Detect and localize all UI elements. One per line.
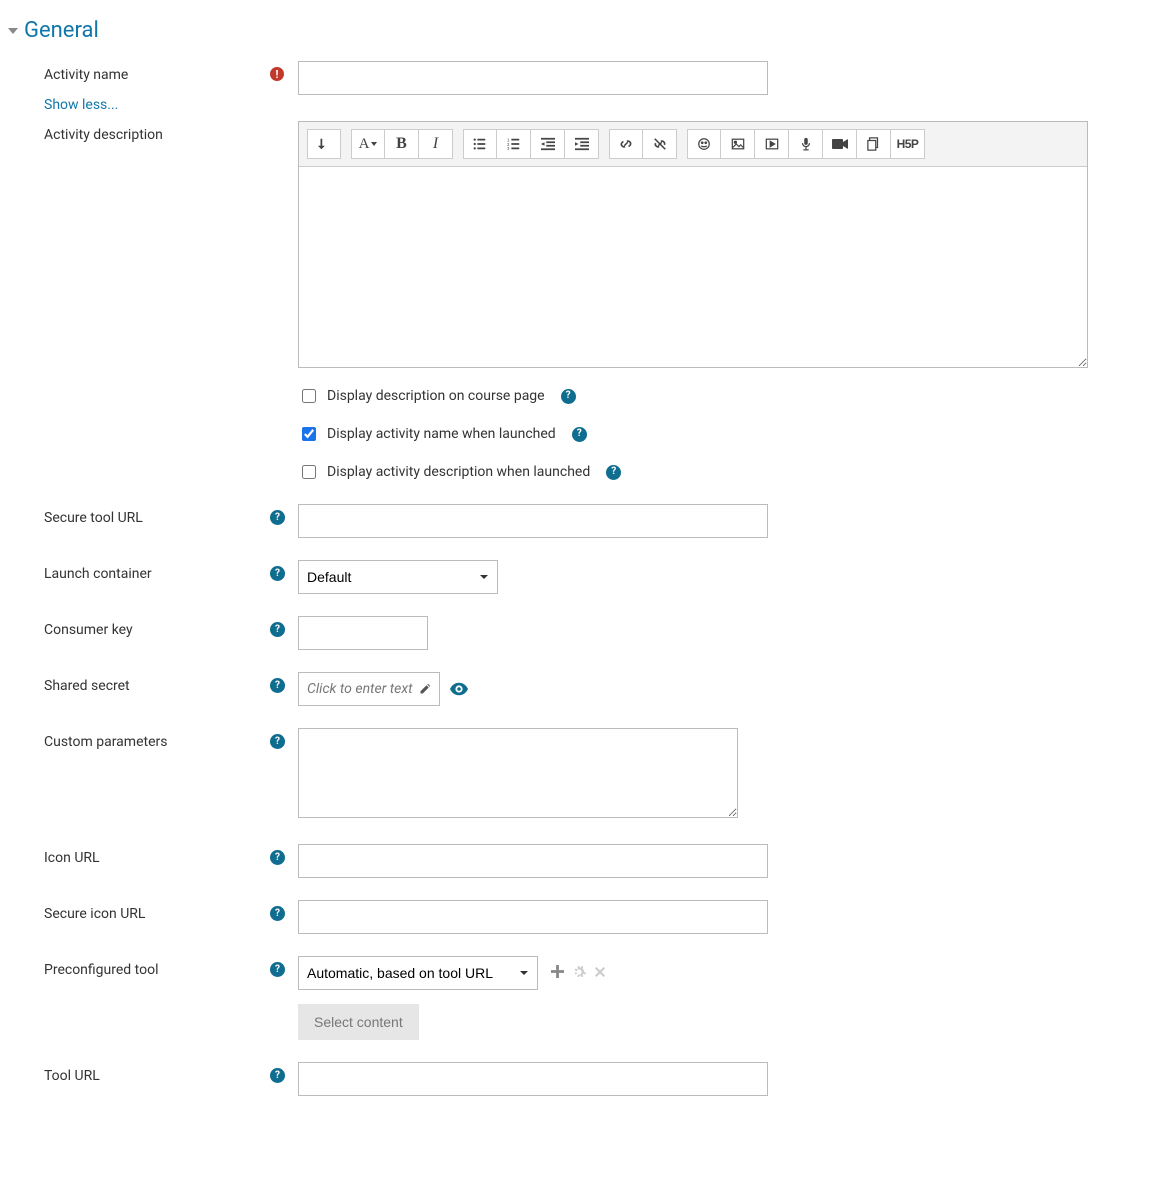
label-display-activity-description-launched: Display activity description when launch… xyxy=(327,464,590,480)
select-content-button[interactable]: Select content xyxy=(298,1004,419,1040)
help-icon[interactable]: ? xyxy=(270,734,285,749)
edit-tool-gear-icon[interactable] xyxy=(572,965,586,979)
link-icon[interactable] xyxy=(609,129,643,159)
preconfigured-tool-select[interactable]: Automatic, based on tool URL xyxy=(298,956,538,990)
expand-toolbar-icon[interactable] xyxy=(307,129,341,159)
label-secure-icon-url: Secure icon URL xyxy=(44,906,145,922)
checkbox-display-activity-name-launched[interactable] xyxy=(302,427,316,441)
add-tool-icon[interactable] xyxy=(551,965,564,978)
help-icon[interactable]: ? xyxy=(270,566,285,581)
tool-url-input[interactable] xyxy=(298,1062,768,1096)
custom-parameters-textarea[interactable] xyxy=(298,728,738,818)
checkbox-display-description-course-page[interactable] xyxy=(302,389,316,403)
help-icon[interactable]: ? xyxy=(572,427,587,442)
image-icon[interactable] xyxy=(721,129,755,159)
emoji-icon[interactable] xyxy=(687,129,721,159)
help-icon[interactable]: ? xyxy=(270,678,285,693)
font-style-button[interactable]: A xyxy=(351,129,385,159)
section-title: General xyxy=(24,18,99,43)
editor-toolbar: A B I 123 xyxy=(299,122,1087,167)
activity-name-input[interactable] xyxy=(298,61,768,95)
video-icon[interactable] xyxy=(823,129,857,159)
label-shared-secret: Shared secret xyxy=(44,678,130,694)
help-icon[interactable]: ? xyxy=(270,1068,285,1083)
help-icon[interactable]: ? xyxy=(270,850,285,865)
label-launch-container: Launch container xyxy=(44,566,152,582)
italic-button[interactable]: I xyxy=(419,129,453,159)
media-icon[interactable] xyxy=(755,129,789,159)
indent-icon[interactable] xyxy=(565,129,599,159)
help-icon[interactable]: ? xyxy=(606,465,621,480)
label-display-activity-name-launched: Display activity name when launched xyxy=(327,426,556,442)
caret-down-icon xyxy=(8,28,18,34)
secure-icon-url-input[interactable] xyxy=(298,900,768,934)
reveal-secret-icon[interactable] xyxy=(450,682,468,696)
help-icon[interactable]: ? xyxy=(561,389,576,404)
launch-container-select[interactable]: Default xyxy=(298,560,498,594)
outdent-icon[interactable] xyxy=(531,129,565,159)
label-secure-tool-url: Secure tool URL xyxy=(44,510,143,526)
consumer-key-input[interactable] xyxy=(298,616,428,650)
h5p-button[interactable]: H5P xyxy=(891,129,925,159)
svg-text:3: 3 xyxy=(507,146,510,151)
show-less-link[interactable]: Show less... xyxy=(10,97,1152,113)
pencil-icon xyxy=(419,683,431,695)
delete-tool-icon[interactable] xyxy=(594,966,606,978)
manage-files-icon[interactable] xyxy=(857,129,891,159)
label-consumer-key: Consumer key xyxy=(44,622,133,638)
help-icon[interactable]: ? xyxy=(270,962,285,977)
shared-secret-input[interactable]: Click to enter text xyxy=(298,672,440,706)
shared-secret-placeholder: Click to enter text xyxy=(307,681,413,697)
unlink-icon[interactable] xyxy=(643,129,677,159)
secure-tool-url-input[interactable] xyxy=(298,504,768,538)
label-tool-url: Tool URL xyxy=(44,1068,100,1084)
label-custom-parameters: Custom parameters xyxy=(44,734,167,750)
help-icon[interactable]: ? xyxy=(270,906,285,921)
label-preconfigured-tool: Preconfigured tool xyxy=(44,962,158,978)
required-icon: ! xyxy=(270,67,284,81)
unordered-list-icon[interactable] xyxy=(463,129,497,159)
help-icon[interactable]: ? xyxy=(270,622,285,637)
bold-button[interactable]: B xyxy=(385,129,419,159)
label-icon-url: Icon URL xyxy=(44,850,100,866)
ordered-list-icon[interactable]: 123 xyxy=(497,129,531,159)
label-activity-name: Activity name xyxy=(44,67,128,83)
checkbox-display-activity-description-launched[interactable] xyxy=(302,465,316,479)
help-icon[interactable]: ? xyxy=(270,510,285,525)
rich-text-editor: A B I 123 xyxy=(298,121,1088,368)
section-header-general[interactable]: General xyxy=(10,18,1152,43)
microphone-icon[interactable] xyxy=(789,129,823,159)
label-activity-description: Activity description xyxy=(44,127,163,143)
editor-body[interactable] xyxy=(299,167,1087,367)
label-display-description-course-page: Display description on course page xyxy=(327,388,545,404)
icon-url-input[interactable] xyxy=(298,844,768,878)
